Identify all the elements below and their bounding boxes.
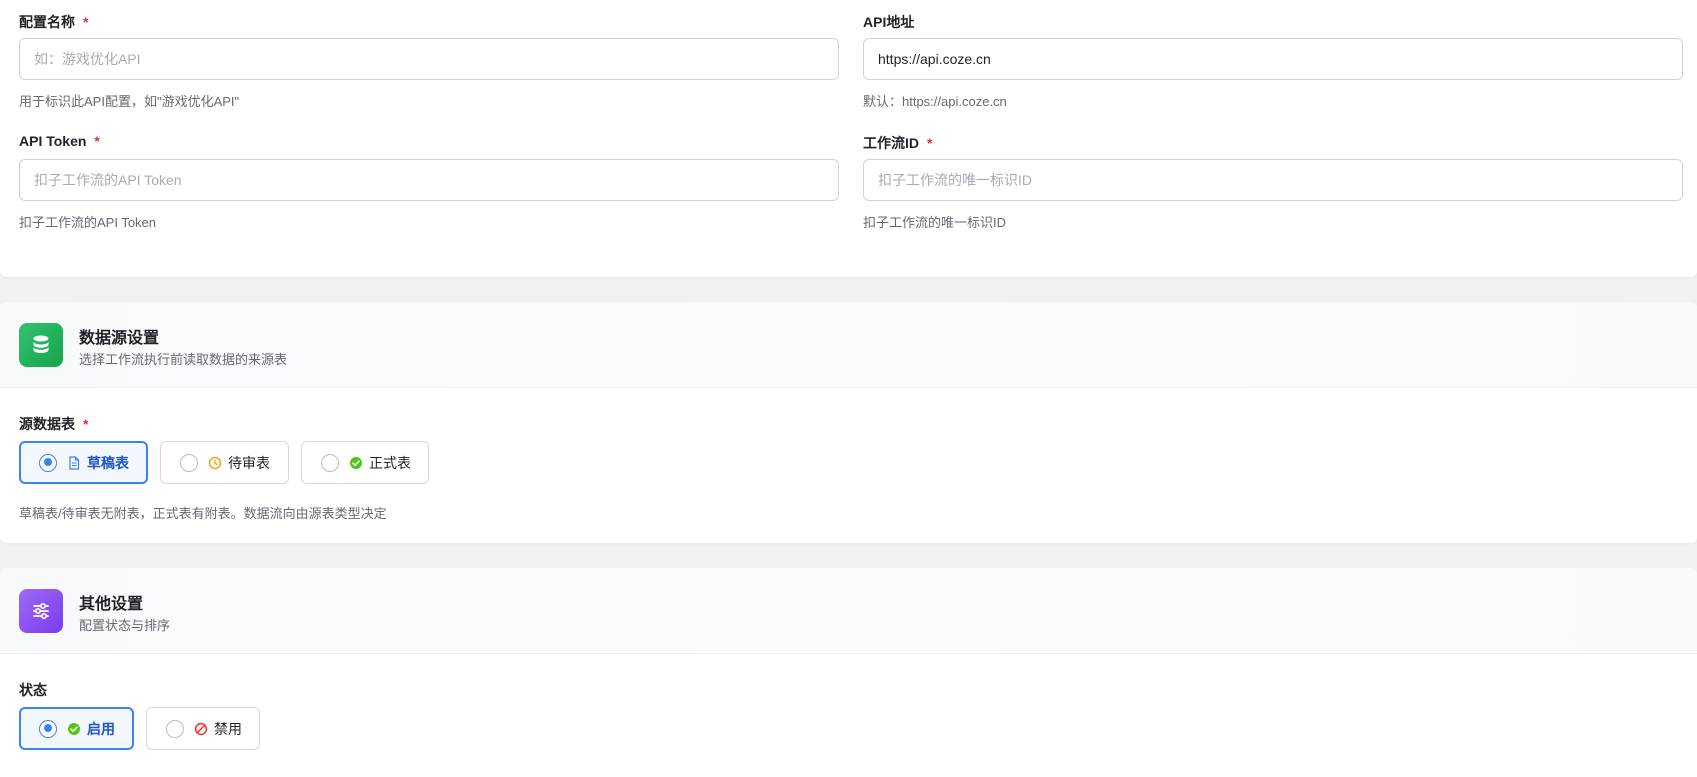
- config-name-input[interactable]: [19, 38, 839, 80]
- datasource-subtitle: 选择工作流执行前读取数据的来源表: [79, 352, 288, 367]
- api-url-help: 默认：https://api.coze.cn: [863, 94, 1007, 109]
- config-name-help: 用于标识此API配置，如"游戏优化API": [19, 94, 240, 109]
- api-url-label: API地址: [863, 12, 914, 32]
- other-settings-title: 其他设置: [79, 596, 144, 613]
- radio-label: 草稿表: [87, 454, 129, 471]
- config-name-label: 配置名称 *: [19, 12, 88, 32]
- radio-label: 待审表: [228, 454, 270, 471]
- radio-dot: [39, 453, 57, 472]
- api-token-label-text: API Token: [19, 133, 87, 149]
- check-circle-icon: [349, 456, 363, 470]
- required-mark: *: [927, 135, 933, 151]
- radio-dot: [166, 719, 184, 738]
- workflow-id-label-text: 工作流ID: [863, 135, 919, 151]
- required-mark: *: [83, 416, 89, 432]
- database-icon: [19, 323, 63, 367]
- api-token-help: 扣子工作流的API Token: [19, 215, 157, 230]
- source-table-label-text: 源数据表: [19, 416, 75, 432]
- radio-label: 正式表: [369, 454, 411, 471]
- source-table-label: 源数据表 *: [19, 414, 88, 434]
- datasource-header: 数据源设置 选择工作流执行前读取数据的来源表: [0, 302, 1697, 388]
- radio-status-enabled[interactable]: 启用: [19, 707, 134, 750]
- radio-dot: [180, 453, 198, 472]
- datasource-card: 数据源设置 选择工作流执行前读取数据的来源表 源数据表 * 草稿表 待审表 正式…: [0, 302, 1697, 543]
- api-token-label: API Token *: [19, 133, 100, 149]
- api-url-input[interactable]: [863, 38, 1683, 80]
- workflow-id-input[interactable]: [863, 159, 1683, 201]
- radio-dot: [321, 453, 339, 472]
- workflow-id-label: 工作流ID *: [863, 133, 932, 153]
- document-icon: [67, 455, 81, 470]
- datasource-title: 数据源设置: [79, 330, 160, 347]
- clock-icon: [208, 456, 222, 470]
- status-label: 状态: [19, 682, 47, 698]
- other-settings-header: 其他设置 配置状态与排序: [0, 568, 1697, 654]
- check-circle-icon: [67, 722, 81, 736]
- other-settings-subtitle: 配置状态与排序: [79, 618, 171, 633]
- radio-pending-table[interactable]: 待审表: [160, 441, 289, 484]
- radio-label: 禁用: [214, 720, 242, 737]
- radio-status-disabled[interactable]: 禁用: [146, 707, 260, 750]
- radio-draft-table[interactable]: 草稿表: [19, 441, 148, 484]
- ban-icon: [194, 722, 208, 736]
- sliders-icon: [19, 589, 63, 633]
- config-name-label-text: 配置名称: [19, 14, 75, 30]
- radio-formal-table[interactable]: 正式表: [301, 441, 429, 484]
- radio-label: 启用: [87, 720, 115, 737]
- api-token-input[interactable]: [19, 159, 839, 201]
- required-mark: *: [94, 133, 100, 149]
- required-mark: *: [83, 14, 89, 30]
- api-config-card: 配置名称 * 用于标识此API配置，如"游戏优化API" API地址 默认：htt…: [0, 0, 1697, 277]
- source-table-help: 草稿表/待审表无附表，正式表有附表。数据流向由源表类型决定: [19, 506, 387, 521]
- api-url-label-text: API地址: [863, 14, 915, 30]
- radio-dot: [39, 719, 57, 738]
- workflow-id-help: 扣子工作流的唯一标识ID: [863, 215, 1007, 230]
- other-settings-card: 其他设置 配置状态与排序 状态 启用 禁用: [0, 568, 1697, 777]
